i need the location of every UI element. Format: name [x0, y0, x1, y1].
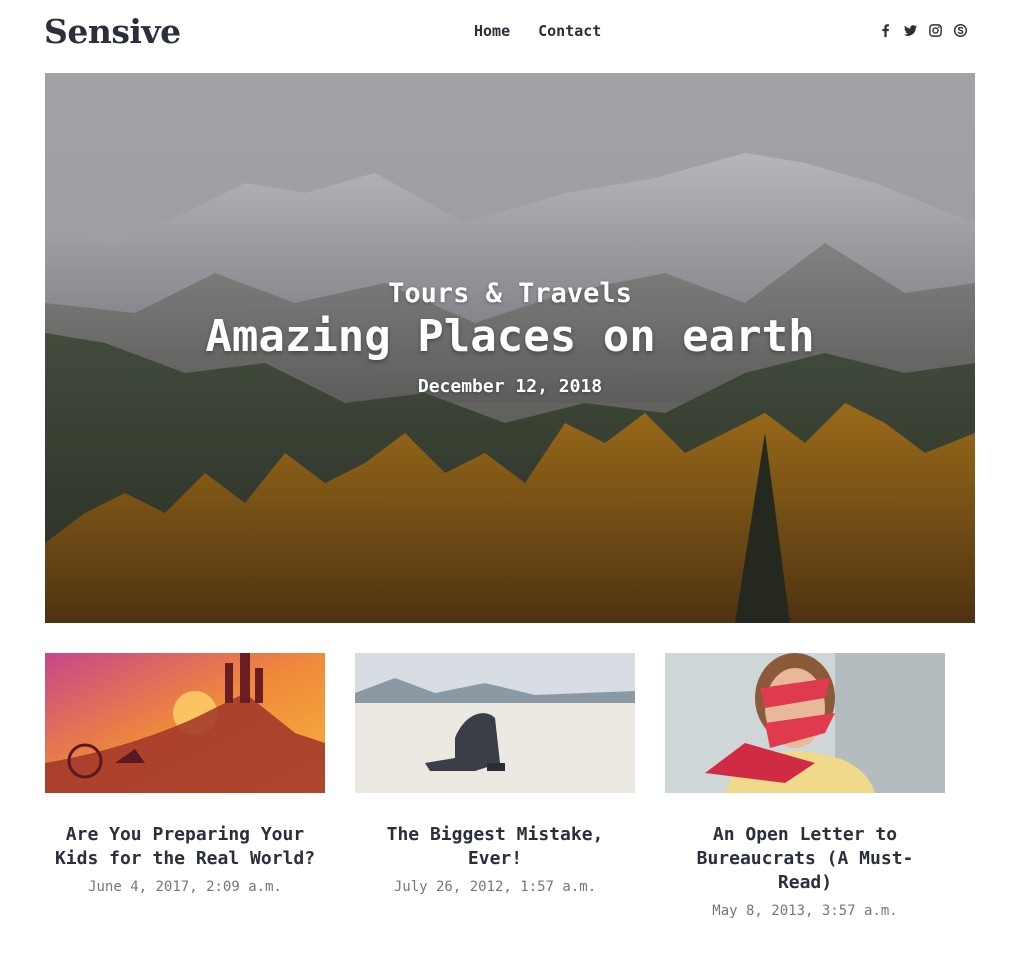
main-nav: Home Contact [474, 22, 601, 40]
nav-contact-link[interactable]: Contact [538, 22, 601, 40]
post-card: An Open Letter to Bureaucrats (A Must-Re… [665, 653, 945, 919]
hero-title[interactable]: Amazing Places on earth [45, 311, 975, 362]
post-title[interactable]: Are You Preparing Your Kids for the Real… [45, 823, 325, 871]
facebook-icon[interactable] [877, 22, 893, 38]
post-thumbnail[interactable] [665, 653, 945, 793]
post-card: The Biggest Mistake, Ever! July 26, 2012… [355, 653, 635, 895]
post-date: May 8, 2013, 3:57 a.m. [712, 903, 898, 919]
skype-icon[interactable] [952, 22, 968, 38]
instagram-icon[interactable] [927, 22, 943, 38]
post-thumbnail[interactable] [45, 653, 325, 793]
hero-caption: Tours & Travels Amazing Places on earth … [45, 278, 975, 397]
post-date: July 26, 2012, 1:57 a.m. [393, 879, 597, 895]
post-date: June 4, 2017, 2:09 a.m. [88, 879, 282, 895]
post-card: Are You Preparing Your Kids for the Real… [45, 653, 325, 895]
nav-home-link[interactable]: Home [474, 22, 510, 40]
social-links [877, 22, 968, 38]
post-thumbnail[interactable] [355, 653, 635, 793]
hero-banner[interactable]: Tours & Travels Amazing Places on earth … [45, 73, 975, 623]
hero-category[interactable]: Tours & Travels [45, 278, 975, 309]
hero-date: December 12, 2018 [417, 376, 603, 397]
post-title[interactable]: The Biggest Mistake, Ever! [355, 823, 635, 871]
post-title[interactable]: An Open Letter to Bureaucrats (A Must-Re… [665, 823, 945, 895]
site-logo[interactable]: Sensive [44, 12, 181, 51]
twitter-icon[interactable] [902, 22, 918, 38]
